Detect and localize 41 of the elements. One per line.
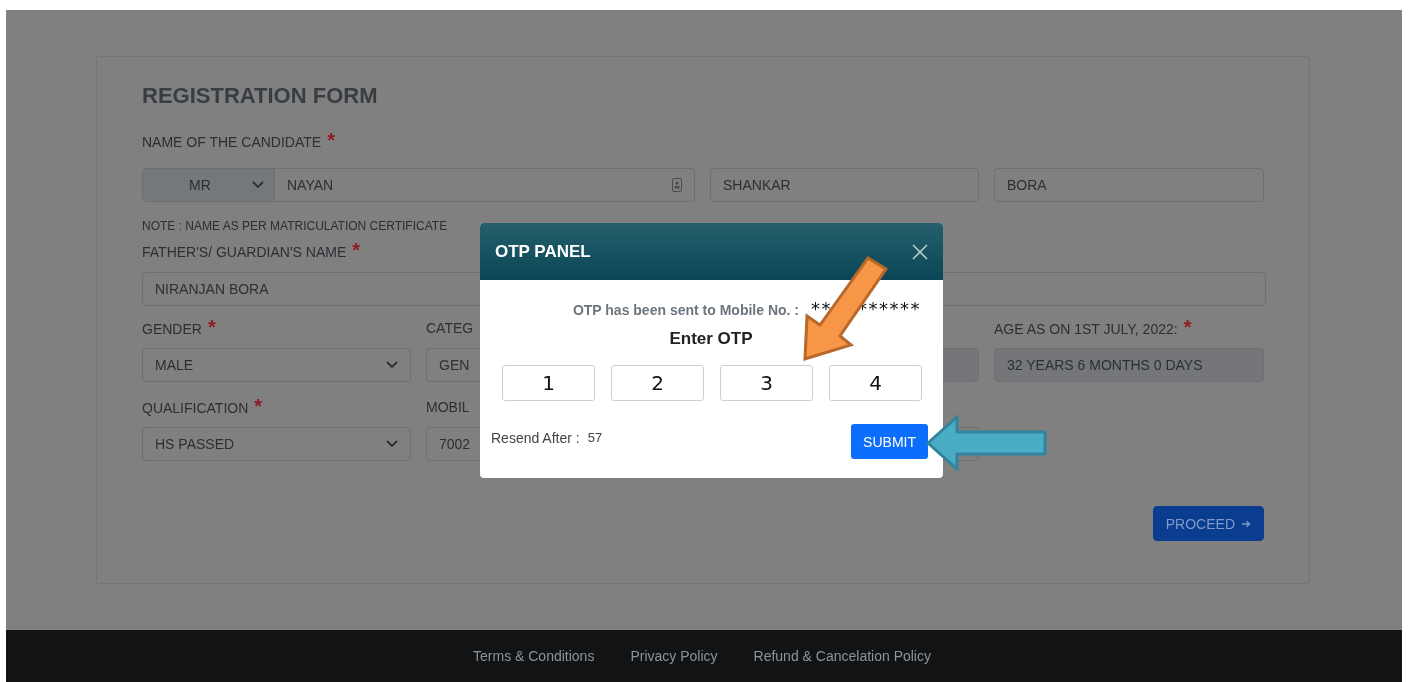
note-text: NOTE : NAME AS PER MATRICULATION CERTIFICATE [142, 219, 449, 233]
field-label: QUALIFICATION [142, 400, 249, 416]
required-mark: * [1183, 320, 1192, 334]
chevron-down-icon [252, 181, 264, 189]
salutation-select[interactable]: MR [143, 169, 275, 201]
readonly-field: 32 YEARS 6 MONTHS 0 DAYS [994, 348, 1264, 382]
required-mark: * [352, 243, 361, 257]
submit-button[interactable]: SUBMIT [851, 424, 928, 459]
otp-prompt: Enter OTP [668, 329, 754, 349]
footer-link[interactable]: Privacy Policy [630, 648, 718, 664]
dropdown-field[interactable]: MALE [142, 348, 411, 382]
chevron-down-icon [386, 440, 398, 448]
field-label: CATEG [426, 320, 474, 336]
first-name-value: NAYAN [287, 177, 334, 193]
required-mark: * [207, 320, 216, 334]
name-input-group[interactable]: MR NAYAN [142, 168, 695, 202]
otp-digit-field[interactable]: 2 [611, 365, 704, 401]
dropdown-field[interactable]: HS PASSED [142, 427, 411, 461]
proceed-button[interactable]: PROCEED [1152, 506, 1264, 541]
footer-link[interactable]: Terms & Conditions [473, 648, 595, 664]
required-mark: * [327, 133, 335, 147]
form-title: REGISTRATION FORM [142, 83, 379, 109]
otp-digit-field[interactable]: 3 [720, 365, 813, 401]
chevron-down-icon [386, 361, 398, 369]
contact-card-icon [672, 178, 682, 192]
arrow-right-icon [1242, 519, 1251, 528]
field-label: MOBIL [426, 399, 470, 415]
field-label: AGE AS ON 1ST JULY, 2022: [994, 321, 1178, 337]
countdown-text: 57 [587, 429, 603, 446]
footer-link[interactable]: Refund & Cancelation Policy [753, 648, 931, 664]
last-name-field[interactable]: BORA [994, 168, 1264, 202]
required-mark: * [254, 399, 263, 413]
middle-name-field[interactable]: SHANKAR [710, 168, 979, 202]
field-label: GENDER [142, 321, 202, 337]
resend-label: Resend After : [491, 429, 580, 446]
close-icon[interactable] [912, 243, 928, 260]
field-label: NAME OF THE CANDIDATE [142, 134, 322, 150]
dialog-title: OTP PANEL [495, 241, 591, 262]
otp-digit-field[interactable]: 4 [829, 365, 922, 401]
otp-digit-field[interactable]: 1 [502, 365, 595, 401]
field-label: FATHER'S/ GUARDIAN'S NAME [142, 244, 347, 260]
